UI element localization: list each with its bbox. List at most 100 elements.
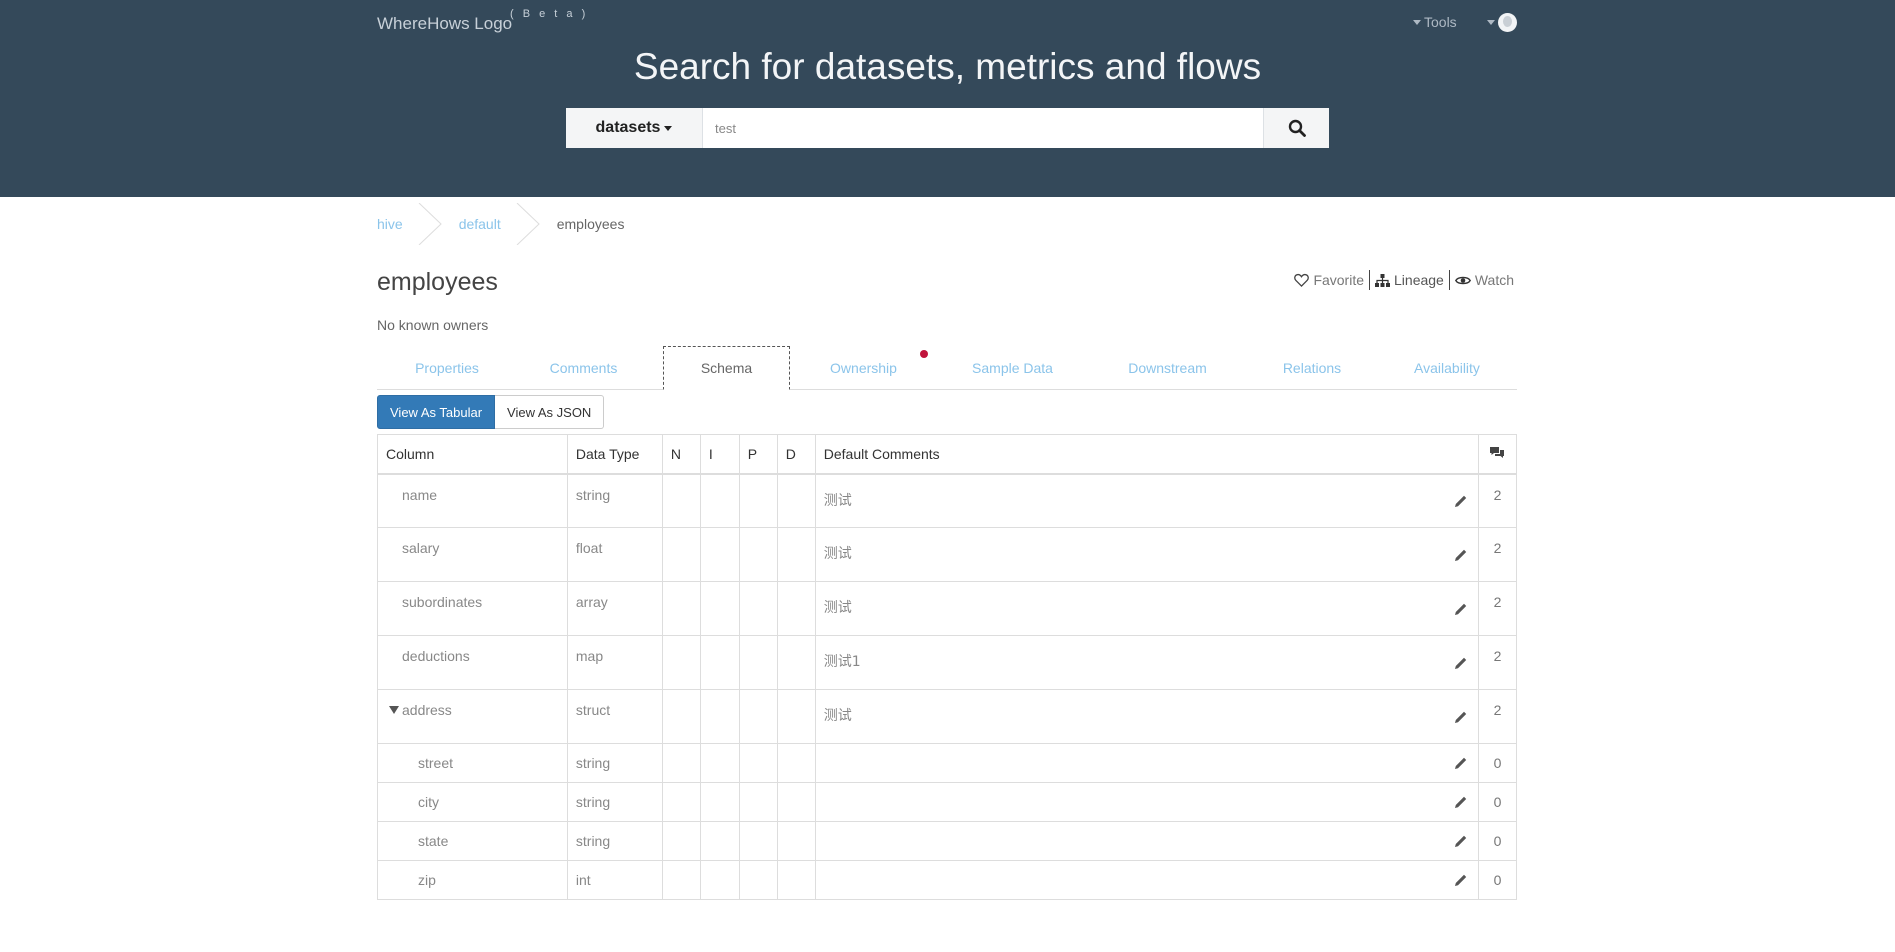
header-data-type[interactable]: Data Type bbox=[566, 434, 663, 475]
flag-d bbox=[776, 782, 816, 822]
expand-triangle-icon[interactable] bbox=[389, 706, 399, 714]
flag-d bbox=[776, 473, 816, 528]
tab-comments[interactable]: Comments bbox=[517, 346, 650, 390]
flag-d bbox=[776, 821, 816, 861]
tab-ownership[interactable]: Ownership bbox=[790, 346, 937, 390]
pencil-icon[interactable] bbox=[1454, 710, 1468, 724]
flag-p bbox=[738, 821, 778, 861]
comment-count[interactable]: 2 bbox=[1477, 581, 1518, 636]
comments-icon bbox=[1490, 446, 1505, 458]
column-type: string bbox=[566, 821, 663, 861]
header-d[interactable]: D bbox=[776, 434, 816, 475]
logo[interactable]: WhereHows Logo ( B e t a ) bbox=[377, 8, 585, 34]
tab-availability[interactable]: Availability bbox=[1377, 346, 1517, 390]
schema-header-row: Column Data Type N I P D Default Comment… bbox=[377, 434, 1518, 475]
flag-p bbox=[738, 689, 778, 744]
flag-i bbox=[699, 743, 740, 783]
tab-relations[interactable]: Relations bbox=[1247, 346, 1377, 390]
pencil-icon[interactable] bbox=[1454, 795, 1468, 809]
tab-schema[interactable]: Schema bbox=[663, 346, 790, 390]
search-icon bbox=[1288, 119, 1306, 137]
flag-p bbox=[738, 635, 778, 690]
caret-down-icon bbox=[1413, 19, 1421, 25]
comment-text: 测试 bbox=[823, 600, 852, 616]
comment-count[interactable]: 2 bbox=[1477, 527, 1518, 582]
comment-count[interactable]: 0 bbox=[1477, 743, 1518, 783]
tools-label: Tools bbox=[1424, 14, 1457, 30]
flag-d bbox=[776, 860, 816, 900]
flag-i bbox=[699, 473, 740, 528]
breadcrumb-item-default[interactable]: default bbox=[459, 216, 501, 232]
header-column[interactable]: Column bbox=[377, 434, 568, 475]
comment-text: 测试 bbox=[823, 708, 852, 724]
flag-n bbox=[661, 743, 701, 783]
tab-downstream[interactable]: Downstream bbox=[1088, 346, 1247, 390]
tools-menu[interactable]: Tools bbox=[1413, 14, 1457, 30]
pencil-icon[interactable] bbox=[1454, 756, 1468, 770]
heart-icon bbox=[1294, 273, 1310, 287]
view-as-tabular-button[interactable]: View As Tabular bbox=[377, 395, 496, 429]
column-name: city bbox=[377, 782, 568, 822]
column-name: address bbox=[402, 702, 452, 718]
search-button[interactable] bbox=[1263, 108, 1329, 148]
comment-count[interactable]: 2 bbox=[1477, 689, 1518, 744]
column-type: map bbox=[566, 635, 663, 690]
flag-n bbox=[661, 473, 701, 528]
pencil-icon[interactable] bbox=[1454, 494, 1468, 508]
view-as-json-button[interactable]: View As JSON bbox=[495, 395, 605, 429]
header-default-comments[interactable]: Default Comments bbox=[814, 434, 1479, 475]
breadcrumb-chevron-icon bbox=[418, 203, 442, 245]
tab-properties[interactable]: Properties bbox=[377, 346, 517, 390]
comment-count[interactable]: 0 bbox=[1477, 821, 1518, 861]
column-type: int bbox=[566, 860, 663, 900]
comment-count[interactable]: 0 bbox=[1477, 860, 1518, 900]
pencil-icon[interactable] bbox=[1454, 873, 1468, 887]
column-name-cell: address bbox=[377, 689, 568, 744]
search-category-label: datasets bbox=[595, 119, 661, 136]
breadcrumb-chevron-icon bbox=[516, 203, 540, 245]
lineage-button[interactable]: Lineage bbox=[1370, 272, 1449, 288]
table-row: deductions map 测试1 2 bbox=[377, 635, 1518, 690]
column-type: string bbox=[566, 743, 663, 783]
lineage-label: Lineage bbox=[1394, 272, 1444, 288]
flag-i bbox=[699, 689, 740, 744]
user-menu[interactable] bbox=[1487, 13, 1517, 32]
flag-d bbox=[776, 527, 816, 582]
ownership-notification-dot bbox=[920, 350, 928, 358]
comment-text: 测试 bbox=[823, 492, 852, 509]
logo-text[interactable]: WhereHows Logo bbox=[377, 14, 512, 33]
header-i[interactable]: I bbox=[699, 434, 740, 475]
favorite-label: Favorite bbox=[1313, 272, 1365, 288]
column-name: state bbox=[377, 821, 568, 861]
breadcrumb-item-hive[interactable]: hive bbox=[377, 216, 403, 232]
comment-cell bbox=[814, 860, 1479, 900]
tab-sample-data[interactable]: Sample Data bbox=[937, 346, 1088, 390]
breadcrumb-item-employees: employees bbox=[556, 216, 625, 232]
comment-count[interactable]: 0 bbox=[1477, 782, 1518, 822]
column-name: deductions bbox=[377, 635, 568, 690]
comment-cell bbox=[814, 743, 1479, 783]
comment-count[interactable]: 2 bbox=[1477, 473, 1518, 528]
flag-p bbox=[738, 743, 778, 783]
search-input[interactable] bbox=[703, 108, 1263, 148]
header-n[interactable]: N bbox=[661, 434, 701, 475]
favorite-button[interactable]: Favorite bbox=[1289, 272, 1369, 288]
column-type: array bbox=[566, 581, 663, 636]
comment-cell bbox=[814, 821, 1479, 861]
pencil-icon[interactable] bbox=[1454, 834, 1468, 848]
pencil-icon[interactable] bbox=[1454, 602, 1468, 616]
watch-button[interactable]: Watch bbox=[1450, 272, 1519, 288]
flag-d bbox=[776, 581, 816, 636]
pencil-icon[interactable] bbox=[1454, 548, 1468, 562]
header-p[interactable]: P bbox=[738, 434, 778, 475]
dataset-tabs: Properties Comments Schema Ownership Sam… bbox=[377, 346, 1517, 390]
breadcrumb: hive default employees bbox=[377, 203, 624, 245]
table-row: street string 0 bbox=[377, 743, 1518, 783]
pencil-icon[interactable] bbox=[1454, 656, 1468, 670]
flag-i bbox=[699, 635, 740, 690]
search-category-dropdown[interactable]: datasets bbox=[566, 108, 703, 148]
eye-icon bbox=[1454, 276, 1471, 284]
flag-n bbox=[661, 689, 701, 744]
comment-count[interactable]: 2 bbox=[1477, 635, 1518, 690]
flag-d bbox=[776, 689, 816, 744]
